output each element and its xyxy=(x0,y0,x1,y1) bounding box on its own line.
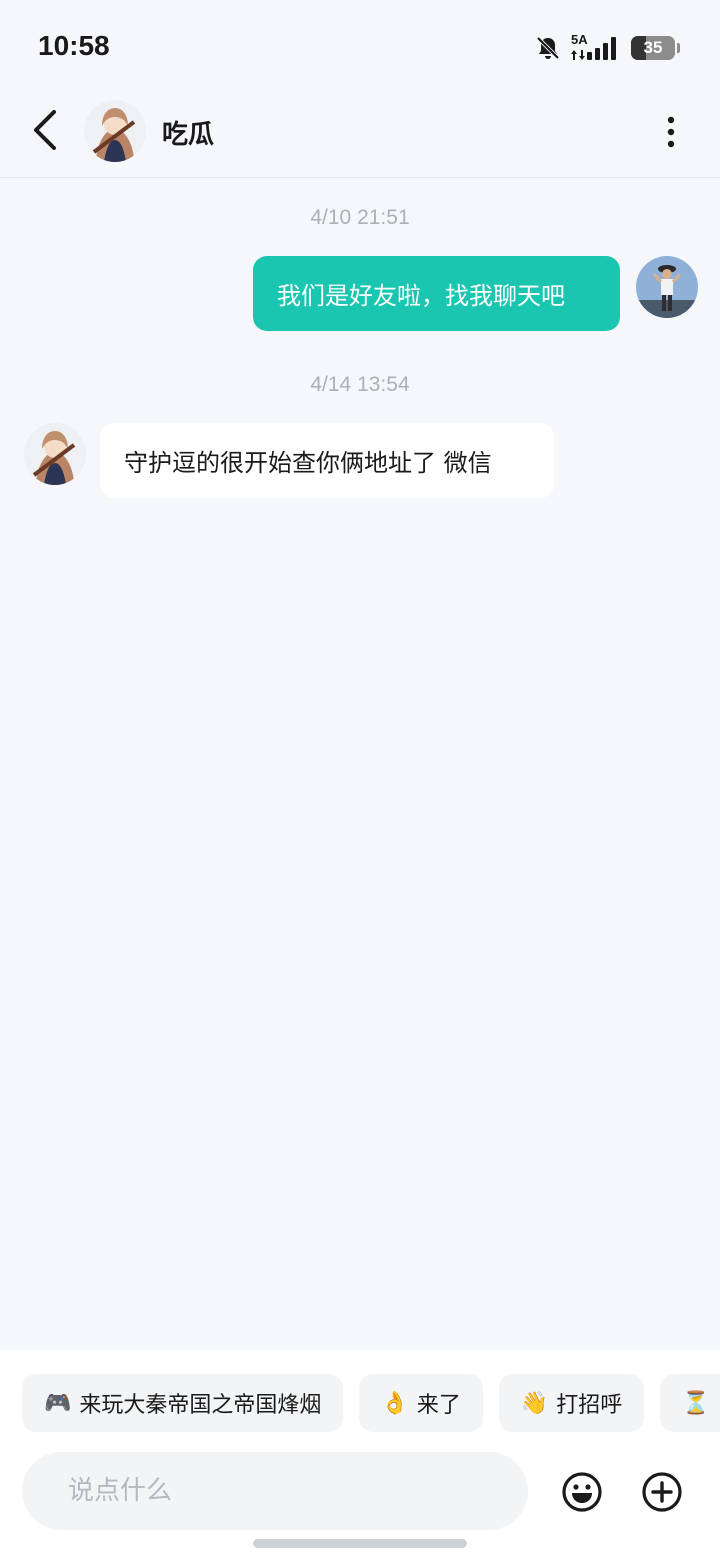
hourglass-icon: ⏳ xyxy=(682,1390,710,1416)
quick-reply-chip[interactable]: ⏳ xyxy=(660,1374,720,1432)
anime-girl-avatar-icon xyxy=(84,100,146,162)
chevron-left-icon xyxy=(34,110,56,150)
more-options-button[interactable] xyxy=(656,114,686,150)
battery-icon: 35 xyxy=(631,36,675,60)
contact-name: 吃瓜 xyxy=(162,120,215,150)
input-panel: 🎮 来玩大秦帝国之帝国烽烟 👌 来了 👋 打招呼 ⏳ xyxy=(0,1350,720,1560)
contact-message-avatar[interactable] xyxy=(24,423,86,485)
message-timestamp: 4/10 21:51 xyxy=(310,206,410,229)
anime-girl-avatar-icon xyxy=(24,423,86,485)
signal-icon xyxy=(587,37,616,60)
network-label: 5A xyxy=(571,32,588,47)
vertical-dots-icon xyxy=(667,116,675,148)
outgoing-message-bubble[interactable]: 我们是好友啦，找我聊天吧 xyxy=(253,256,620,331)
home-indicator[interactable] xyxy=(253,1539,467,1548)
status-bar: 10:58 5A 35 xyxy=(0,0,720,96)
network-indicator: 5A xyxy=(571,32,621,62)
quick-reply-chip[interactable]: 👌 来了 xyxy=(359,1374,483,1432)
status-icons: 5A 35 xyxy=(535,32,680,62)
chip-label: 来了 xyxy=(416,1393,461,1418)
message-timestamp: 4/14 13:54 xyxy=(310,373,410,396)
battery-cap xyxy=(677,43,680,53)
chat-header: 吃瓜 xyxy=(0,96,720,178)
quick-reply-chip[interactable]: 👋 打招呼 xyxy=(498,1374,645,1432)
message-input[interactable] xyxy=(22,1452,528,1530)
status-time: 10:58 xyxy=(38,30,110,61)
message-text: 我们是好友啦，找我聊天吧 xyxy=(277,282,565,310)
waving-hand-icon: 👋 xyxy=(520,1390,549,1416)
message-text: 守护逗的很开始查你俩地址了 微信 xyxy=(124,449,492,477)
data-arrows-icon xyxy=(571,50,585,60)
my-avatar[interactable] xyxy=(636,256,698,318)
chip-label: 打招呼 xyxy=(556,1393,623,1418)
incoming-message-bubble[interactable]: 守护逗的很开始查你俩地址了 微信 xyxy=(100,423,554,498)
person-photo-avatar-icon xyxy=(636,256,698,318)
emoji-button[interactable] xyxy=(562,1472,602,1512)
quick-reply-chip[interactable]: 🎮 来玩大秦帝国之帝国烽烟 xyxy=(22,1374,344,1432)
bell-muted-icon xyxy=(536,36,560,60)
plus-circle-icon xyxy=(642,1472,682,1512)
ok-hand-icon: 👌 xyxy=(381,1390,409,1416)
battery-level: 35 xyxy=(643,38,663,57)
gamepad-icon: 🎮 xyxy=(44,1390,72,1416)
chip-label: 来玩大秦帝国之帝国烽烟 xyxy=(79,1393,322,1418)
back-button[interactable] xyxy=(28,108,64,152)
contact-avatar[interactable] xyxy=(84,100,146,162)
more-actions-button[interactable] xyxy=(642,1472,682,1512)
quick-reply-bar: 🎮 来玩大秦帝国之帝国烽烟 👌 来了 👋 打招呼 ⏳ xyxy=(22,1374,720,1432)
smiley-icon xyxy=(562,1472,602,1512)
